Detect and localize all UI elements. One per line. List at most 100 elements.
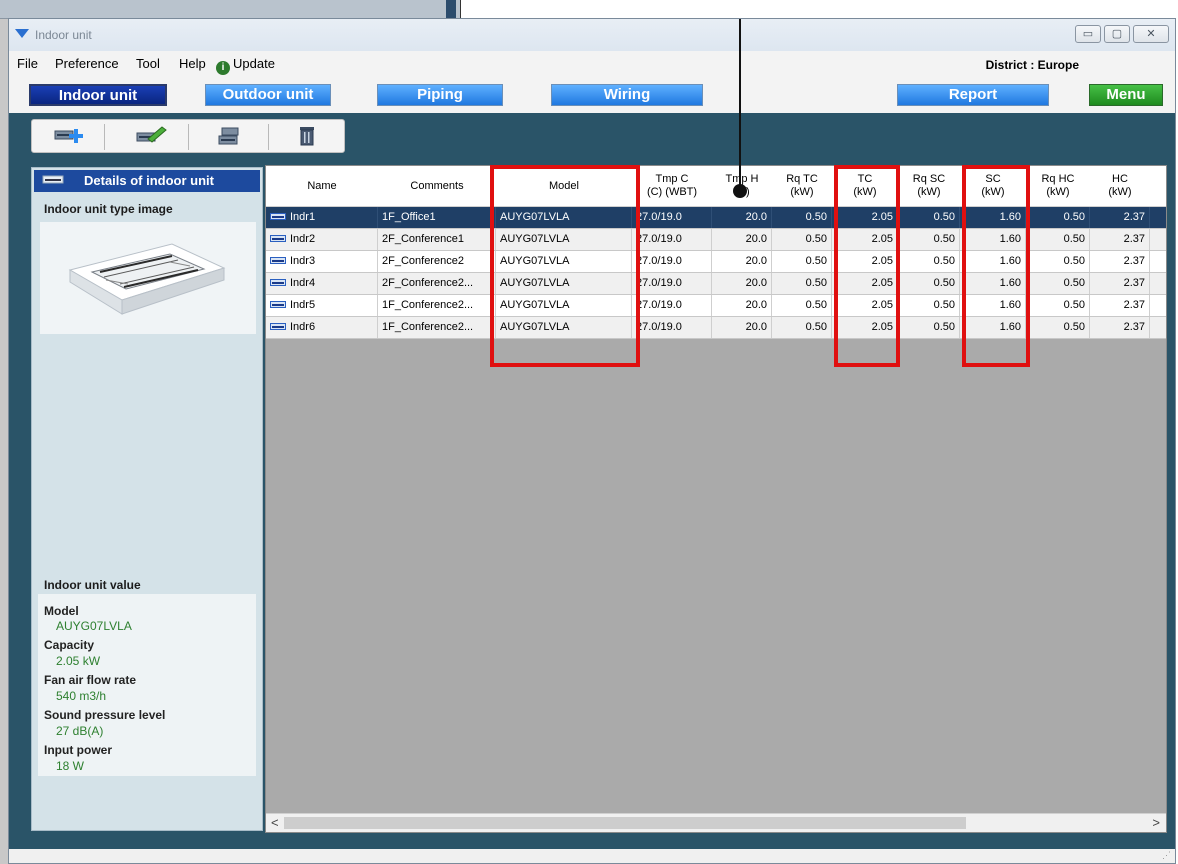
table-cell-sc[interactable]: 1.60	[960, 273, 1026, 294]
table-cell-comments[interactable]: 1F_Office1	[378, 207, 496, 228]
table-row[interactable]: Indr4 2F_Conference2... AUYG07LVLA 27.0/19.…	[266, 273, 1166, 295]
table-cell-rq-hc[interactable]: 0.50	[1026, 207, 1090, 228]
table-cell-rq-sc[interactable]: 0.50	[898, 207, 960, 228]
table-cell-sc[interactable]: 1.60	[960, 251, 1026, 272]
scrollbar-thumb[interactable]	[284, 817, 966, 829]
table-cell-tmp-c[interactable]: 27.0/19.0	[632, 295, 712, 316]
table-cell-tmp-h[interactable]: 20.0	[712, 207, 772, 228]
table-cell-tmp-h[interactable]: 20.0	[712, 273, 772, 294]
table-cell-name[interactable]: Indr4	[266, 273, 378, 294]
table-cell-name[interactable]: Indr6	[266, 317, 378, 338]
horizontal-scrollbar[interactable]: < >	[266, 813, 1166, 832]
table-cell-sc[interactable]: 1.60	[960, 295, 1026, 316]
table-cell-tmp-c[interactable]: 27.0/19.0	[632, 251, 712, 272]
table-cell-comments[interactable]: 1F_Conference2...	[378, 317, 496, 338]
resize-grip-icon[interactable]: ⋰	[1162, 850, 1171, 861]
nav-menu-button[interactable]: Menu	[1089, 84, 1163, 106]
table-row[interactable]: Indr3 2F_Conference2 AUYG07LVLA 27.0/19.0 20…	[266, 251, 1166, 273]
table-cell-model[interactable]: AUYG07LVLA	[496, 273, 632, 294]
delete-unit-button[interactable]	[290, 125, 324, 147]
scroll-left-icon[interactable]: <	[271, 815, 279, 830]
table-row[interactable]: Indr5 1F_Conference2... AUYG07LVLA 27.0/19.…	[266, 295, 1166, 317]
table-cell-model[interactable]: AUYG07LVLA	[496, 207, 632, 228]
maximize-button[interactable]: ▢	[1104, 25, 1130, 43]
title-bar[interactable]: Indoor unit ▭ ▢ ✕	[9, 19, 1175, 51]
table-cell-tmp-h[interactable]: 20.0	[712, 251, 772, 272]
column-header-hc[interactable]: HC (kW)	[1090, 166, 1150, 206]
nav-outdoor-unit-button[interactable]: Outdoor unit	[205, 84, 331, 106]
table-cell-model[interactable]: AUYG07LVLA	[496, 317, 632, 338]
table-cell-sc[interactable]: 1.60	[960, 207, 1026, 228]
table-cell-hc[interactable]: 2.37	[1090, 295, 1150, 316]
nav-piping-button[interactable]: Piping	[377, 84, 503, 106]
column-header-rq-hc[interactable]: Rq HC (kW)	[1026, 166, 1090, 206]
table-cell-sc[interactable]: 1.60	[960, 229, 1026, 250]
nav-wiring-button[interactable]: Wiring	[551, 84, 703, 106]
table-cell-rq-tc[interactable]: 0.50	[772, 317, 832, 338]
table-cell-name[interactable]: Indr2	[266, 229, 378, 250]
table-cell-comments[interactable]: 2F_Conference2	[378, 251, 496, 272]
copy-unit-button[interactable]	[212, 125, 246, 147]
table-cell-hc[interactable]: 2.37	[1090, 251, 1150, 272]
table-cell-tc[interactable]: 2.05	[832, 273, 898, 294]
table-cell-rq-tc[interactable]: 0.50	[772, 251, 832, 272]
nav-report-button[interactable]: Report	[897, 84, 1049, 106]
table-cell-name[interactable]: Indr1	[266, 207, 378, 228]
close-button[interactable]: ✕	[1133, 25, 1169, 43]
table-cell-name[interactable]: Indr5	[266, 295, 378, 316]
table-cell-rq-tc[interactable]: 0.50	[772, 295, 832, 316]
table-cell-tmp-h[interactable]: 20.0	[712, 295, 772, 316]
column-header-sc[interactable]: SC (kW)	[960, 166, 1026, 206]
table-cell-tc[interactable]: 2.05	[832, 207, 898, 228]
menu-preference[interactable]: Preference	[55, 56, 119, 71]
table-cell-rq-tc[interactable]: 0.50	[772, 229, 832, 250]
menu-file[interactable]: File	[17, 56, 38, 71]
column-header-rq-tc[interactable]: Rq TC (kW)	[772, 166, 832, 206]
table-cell-rq-sc[interactable]: 0.50	[898, 273, 960, 294]
table-cell-comments[interactable]: 1F_Conference2...	[378, 295, 496, 316]
table-row[interactable]: Indr2 2F_Conference1 AUYG07LVLA 27.0/19.0 20…	[266, 229, 1166, 251]
table-cell-rq-hc[interactable]: 0.50	[1026, 295, 1090, 316]
column-header-rq-sc[interactable]: Rq SC (kW)	[898, 166, 960, 206]
table-cell-tmp-h[interactable]: 20.0	[712, 229, 772, 250]
table-cell-tc[interactable]: 2.05	[832, 295, 898, 316]
column-header-model[interactable]: Model	[496, 166, 632, 206]
table-cell-rq-hc[interactable]: 0.50	[1026, 229, 1090, 250]
column-header-tc[interactable]: TC (kW)	[832, 166, 898, 206]
scroll-right-icon[interactable]: >	[1152, 815, 1160, 830]
table-cell-rq-hc[interactable]: 0.50	[1026, 273, 1090, 294]
column-header-tmp-c[interactable]: Tmp C (C) (WBT)	[632, 166, 712, 206]
table-cell-rq-sc[interactable]: 0.50	[898, 317, 960, 338]
table-cell-model[interactable]: AUYG07LVLA	[496, 295, 632, 316]
table-cell-hc[interactable]: 2.37	[1090, 273, 1150, 294]
table-cell-rq-sc[interactable]: 0.50	[898, 251, 960, 272]
column-header-comments[interactable]: Comments	[378, 166, 496, 206]
add-unit-button[interactable]	[52, 125, 86, 147]
column-header-name[interactable]: Name	[266, 166, 378, 206]
table-cell-tc[interactable]: 2.05	[832, 251, 898, 272]
table-cell-hc[interactable]: 2.37	[1090, 207, 1150, 228]
table-cell-name[interactable]: Indr3	[266, 251, 378, 272]
table-cell-tmp-h[interactable]: 20.0	[712, 317, 772, 338]
table-cell-rq-sc[interactable]: 0.50	[898, 295, 960, 316]
table-cell-tmp-c[interactable]: 27.0/19.0	[632, 207, 712, 228]
table-cell-rq-sc[interactable]: 0.50	[898, 229, 960, 250]
table-row[interactable]: Indr6 1F_Conference2... AUYG07LVLA 27.0/19.…	[266, 317, 1166, 339]
table-cell-model[interactable]: AUYG07LVLA	[496, 251, 632, 272]
table-cell-comments[interactable]: 2F_Conference1	[378, 229, 496, 250]
table-cell-tmp-c[interactable]: 27.0/19.0	[632, 317, 712, 338]
table-cell-tmp-c[interactable]: 27.0/19.0	[632, 273, 712, 294]
table-cell-tmp-c[interactable]: 27.0/19.0	[632, 229, 712, 250]
table-cell-tc[interactable]: 2.05	[832, 317, 898, 338]
table-cell-comments[interactable]: 2F_Conference2...	[378, 273, 496, 294]
minimize-button[interactable]: ▭	[1075, 25, 1101, 43]
table-row[interactable]: Indr1 1F_Office1 AUYG07LVLA 27.0/19.0 20.0 0.…	[266, 207, 1166, 229]
table-cell-rq-tc[interactable]: 0.50	[772, 207, 832, 228]
menu-help[interactable]: Help	[179, 56, 206, 71]
menu-update[interactable]: i Update	[216, 56, 275, 75]
table-cell-tc[interactable]: 2.05	[832, 229, 898, 250]
nav-indoor-unit-button[interactable]: Indoor unit	[29, 84, 167, 106]
table-cell-rq-tc[interactable]: 0.50	[772, 273, 832, 294]
table-cell-hc[interactable]: 2.37	[1090, 317, 1150, 338]
table-cell-rq-hc[interactable]: 0.50	[1026, 251, 1090, 272]
